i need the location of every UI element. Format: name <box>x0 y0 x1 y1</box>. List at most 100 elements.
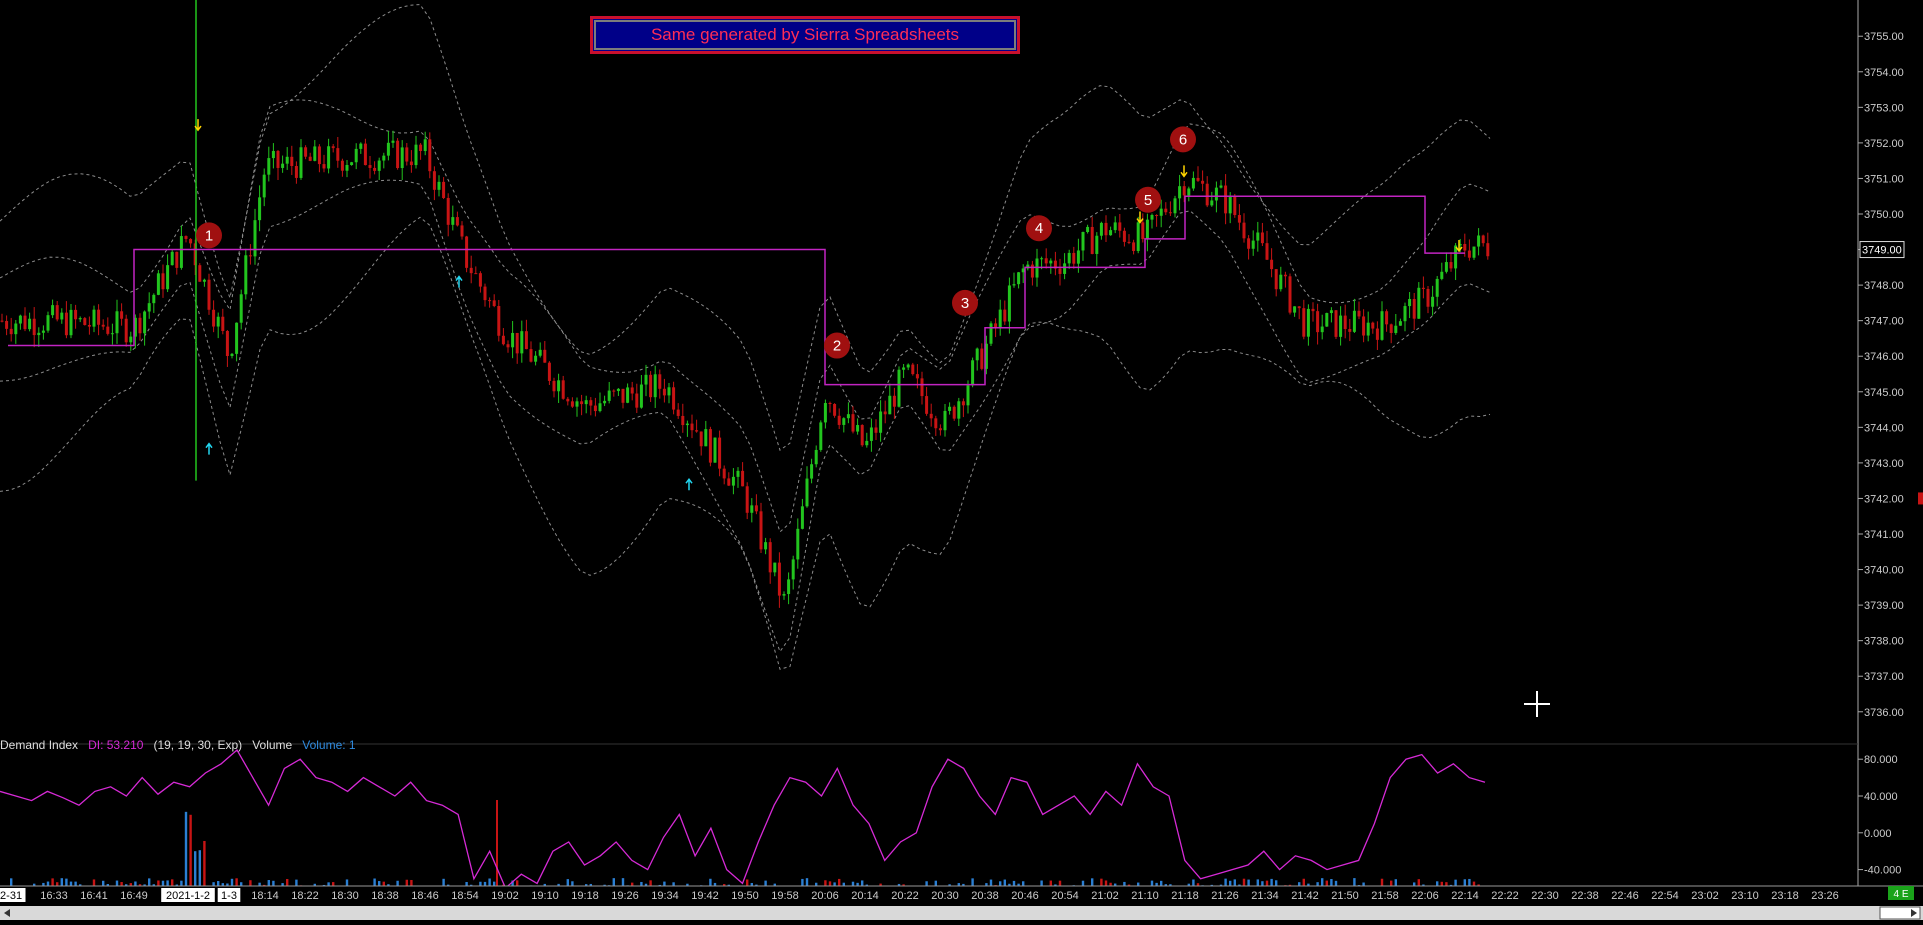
candle-body <box>1095 235 1099 254</box>
volume-name: Volume <box>252 738 293 752</box>
candle-body <box>18 315 22 324</box>
candle-body <box>359 143 363 149</box>
candle-body <box>414 144 418 166</box>
time-axis-label: 18:54 <box>451 890 479 902</box>
candle-body <box>593 405 597 412</box>
candle-body <box>1325 313 1329 327</box>
candle-body <box>115 311 119 334</box>
time-axis-label: 21:10 <box>1131 890 1159 902</box>
candle-body <box>515 332 519 354</box>
time-axis-label: 21:50 <box>1331 890 1359 902</box>
horizontal-scrollbar[interactable] <box>0 906 1923 920</box>
candle-body <box>1058 268 1062 274</box>
candle-body <box>120 311 124 319</box>
candle-body <box>616 388 620 392</box>
time-axis-label: 20:46 <box>1011 890 1039 902</box>
candle-body <box>1076 250 1080 264</box>
title-banner: Same generated by Sierra Spreadsheets <box>590 16 1020 54</box>
candle-body <box>1081 232 1085 251</box>
candle-body <box>161 273 165 290</box>
candle-body <box>690 423 694 431</box>
candle-body <box>1224 185 1228 214</box>
candle-body <box>1339 315 1343 337</box>
time-axis-label: 23:02 <box>1691 890 1719 902</box>
corner-badge-label: 4 E <box>1893 889 1908 900</box>
candle-body <box>437 181 441 190</box>
time-axis-label: 16:33 <box>40 890 68 902</box>
candle-body <box>1412 299 1416 319</box>
candle-body <box>566 398 570 402</box>
candle-body <box>1467 250 1471 258</box>
candle-body <box>1099 222 1103 236</box>
candle-body <box>557 380 561 392</box>
di-axis-label: -40.000 <box>1864 865 1901 877</box>
candle-body <box>267 158 271 175</box>
candle-body <box>299 147 303 178</box>
candle-body <box>248 255 252 257</box>
candle-body <box>883 411 887 415</box>
price-axis-label: 3741.00 <box>1864 529 1904 541</box>
candle-body <box>759 511 763 550</box>
candle-body <box>980 348 984 369</box>
subgraph-legend: Demand Index DI: 53.210 (19, 19, 30, Exp… <box>0 738 356 752</box>
time-axis-label: 18:30 <box>331 890 359 902</box>
candle-body <box>428 139 432 172</box>
candle-body <box>796 528 800 560</box>
candle-body <box>506 344 510 348</box>
chart-svg[interactable]: 3755.00 3754.00 3753.00 3752.00 3751.00 3750.… <box>0 0 1923 920</box>
candle-body <box>14 323 18 335</box>
candle-body <box>938 428 942 431</box>
candle-body <box>860 425 864 446</box>
candle-body <box>920 378 924 397</box>
candle-body <box>1003 309 1007 322</box>
candle-body <box>754 505 758 512</box>
time-axis-label: 16:41 <box>80 890 108 902</box>
candle-body <box>1242 222 1246 239</box>
candle-body <box>1132 242 1136 252</box>
candle-body <box>152 294 156 304</box>
candle-body <box>474 273 478 275</box>
candle-body <box>644 374 648 385</box>
time-axis-label: 22:22 <box>1491 890 1519 902</box>
candle-body <box>1228 196 1232 214</box>
candle-body <box>598 403 602 412</box>
candle-body <box>971 360 975 386</box>
candle-body <box>649 374 653 398</box>
candle-body <box>672 387 676 410</box>
di-axis-label: 40.000 <box>1864 791 1898 803</box>
time-axis-label: 18:38 <box>371 890 399 902</box>
candle-body <box>934 418 938 429</box>
candle-body <box>1265 243 1269 260</box>
candle-body <box>460 225 464 237</box>
candle-body <box>534 355 538 362</box>
candle-body <box>653 374 657 398</box>
time-axis-label: 19:42 <box>691 890 719 902</box>
candle-body <box>639 384 643 408</box>
candle-body <box>782 594 786 596</box>
time-axis-label: 1-3 <box>221 890 237 902</box>
candle-body <box>5 320 9 329</box>
candle-body <box>1375 328 1379 340</box>
candle-body <box>791 559 795 580</box>
channel-upper-outer <box>0 4 1491 451</box>
candle-body <box>377 160 381 171</box>
candle-body <box>1343 315 1347 330</box>
candle-body <box>1012 284 1016 286</box>
candle-body <box>1270 259 1274 270</box>
candle-body <box>846 414 850 419</box>
candle-body <box>1385 311 1389 325</box>
candle-body <box>580 401 584 405</box>
candle-body <box>1030 264 1034 278</box>
candle-body <box>708 429 712 463</box>
chart-area[interactable]: 3755.00 3754.00 3753.00 3752.00 3751.00 3750.… <box>0 0 1923 920</box>
candle-body <box>373 167 377 171</box>
candle-body <box>175 251 179 268</box>
candle-body <box>1486 243 1490 257</box>
candle-body <box>1049 260 1053 264</box>
candle-body <box>1118 222 1122 231</box>
candle-body <box>419 144 423 152</box>
candle-body <box>32 318 36 336</box>
candle-body <box>78 318 82 320</box>
candle-body <box>1113 222 1117 231</box>
volume-bars <box>0 811 1489 892</box>
